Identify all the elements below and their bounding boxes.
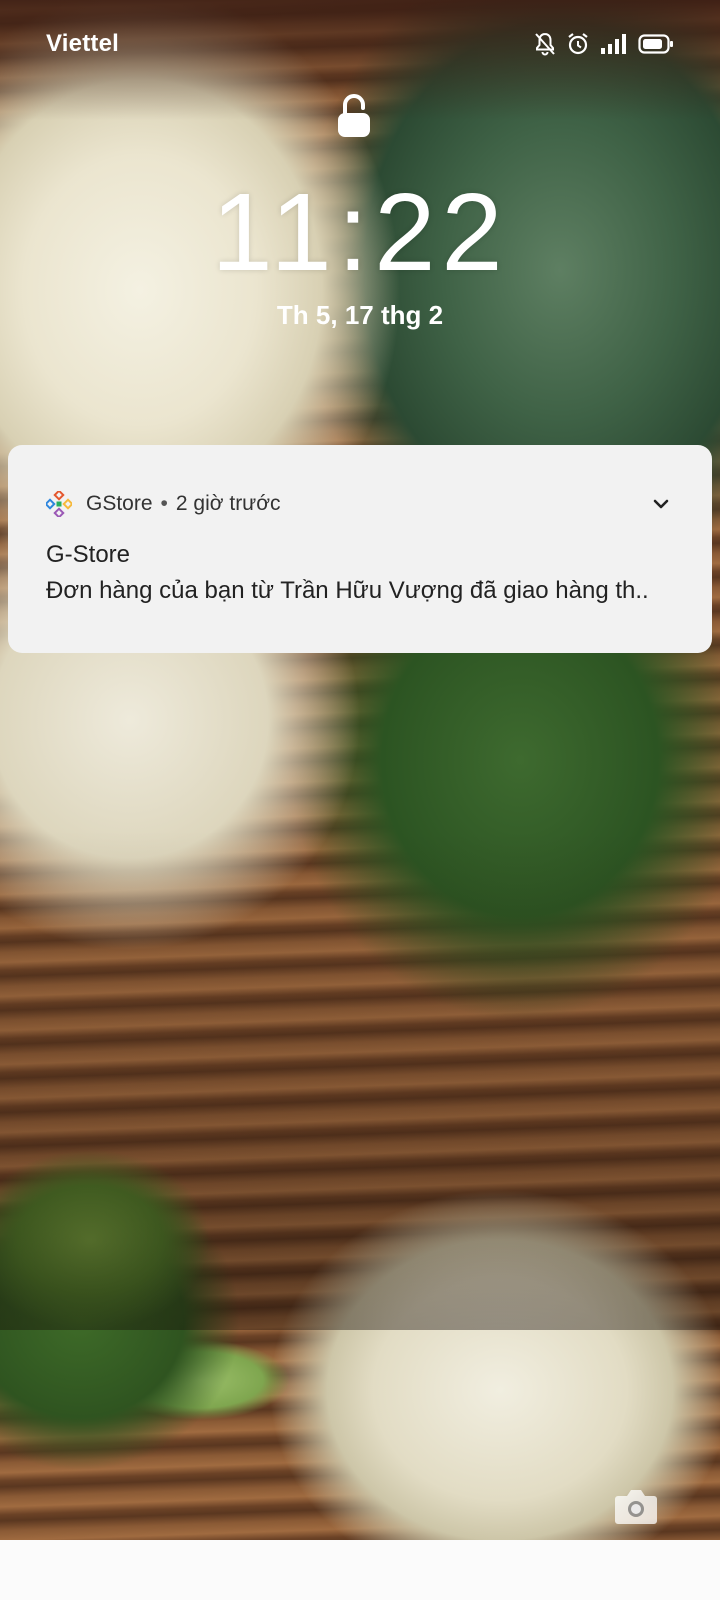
status-icons <box>534 30 674 58</box>
lock-icon[interactable] <box>336 93 372 139</box>
lock-screen-date: Th 5, 17 thg 2 <box>276 300 444 330</box>
lock-screen-clock: 11:22 <box>211 171 509 294</box>
camera-icon[interactable] <box>614 1486 658 1526</box>
chevron-down-icon[interactable] <box>648 491 674 517</box>
battery-icon <box>638 33 674 55</box>
notification-title: G-Store <box>46 541 131 568</box>
carrier-name: Viettel <box>46 30 119 57</box>
alarm-icon <box>566 32 590 56</box>
notification-time: 2 giờ trước <box>175 492 281 515</box>
notification-header: GStore • 2 giờ trước <box>44 489 281 519</box>
signal-icon <box>600 33 628 55</box>
notifications-off-icon <box>534 32 556 56</box>
wallpaper-basket-shade <box>0 830 720 1330</box>
notification-separator: • <box>160 492 168 515</box>
notification-body: Đơn hàng của bạn từ Trần Hữu Vượng đã gi… <box>46 577 649 604</box>
gstore-logo-icon <box>44 489 74 519</box>
notification-app-name: GStore <box>86 492 153 515</box>
notification-card[interactable]: GStore • 2 giờ trước G-Store Đơn hàng củ… <box>8 445 712 653</box>
status-bar: Viettel <box>0 0 720 88</box>
bottom-strip <box>0 1540 720 1600</box>
